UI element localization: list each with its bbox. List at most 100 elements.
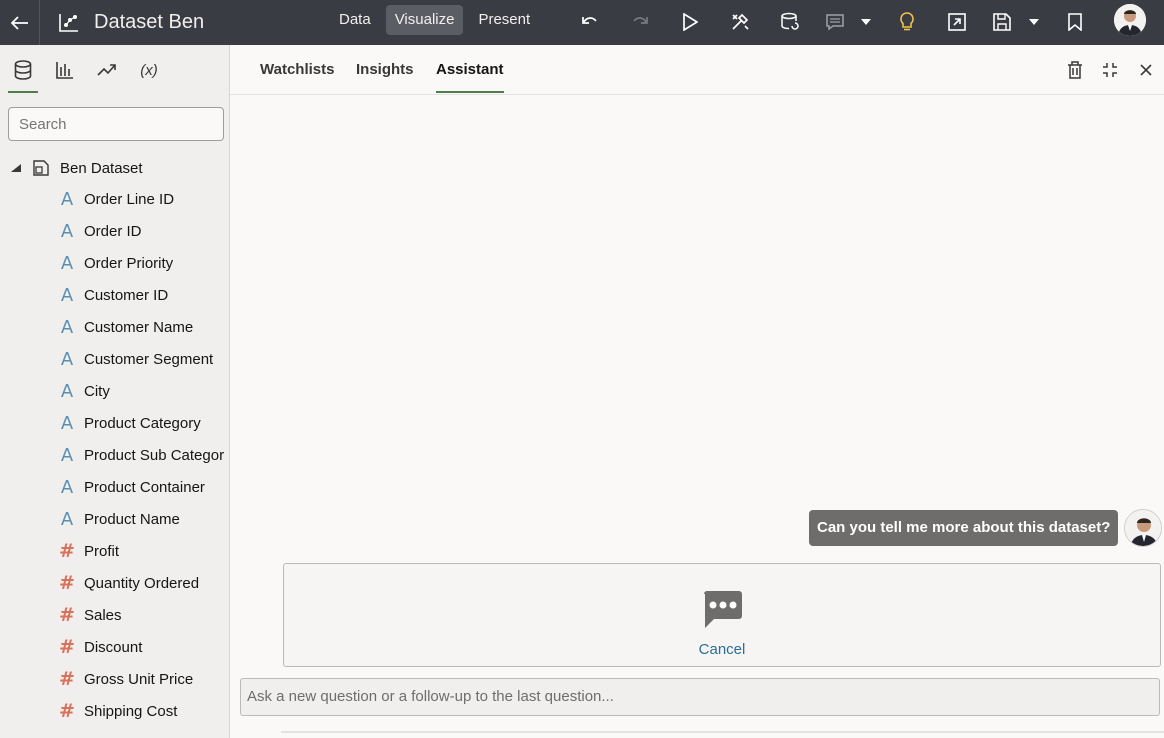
message-avatar xyxy=(1124,509,1162,547)
back-button[interactable] xyxy=(0,0,40,45)
attribute-icon: A xyxy=(60,284,74,306)
close-icon xyxy=(1140,64,1152,76)
field-label: City xyxy=(84,382,110,400)
ask-question-input[interactable]: Ask a new question or a follow-up to the… xyxy=(240,678,1160,716)
user-message-bubble: Can you tell me more about this dataset? xyxy=(809,510,1119,546)
field-label: Discount xyxy=(84,638,143,656)
field-item[interactable]: A Customer Segment xyxy=(0,343,229,375)
field-item[interactable]: A Customer Name xyxy=(0,311,229,343)
undo-icon xyxy=(582,17,597,24)
close-panel-button[interactable] xyxy=(1135,59,1157,81)
redo-icon xyxy=(633,17,648,24)
measure-icon: # xyxy=(59,572,75,594)
preview-button[interactable] xyxy=(675,8,705,36)
tab-assistant[interactable]: Assistant xyxy=(436,61,504,93)
back-arrow-icon xyxy=(10,15,28,30)
field-label: Gross Unit Price xyxy=(84,670,194,688)
developer-tools-button[interactable] xyxy=(725,8,755,36)
nav-data[interactable]: Data xyxy=(330,5,380,35)
field-label: Product Category xyxy=(84,414,201,432)
field-item[interactable]: A Product Sub Categor xyxy=(0,439,229,471)
field-label: Product Name xyxy=(84,510,180,528)
collapse-panel-button[interactable] xyxy=(1099,59,1121,81)
user-photo-icon xyxy=(1114,4,1146,36)
field-item[interactable]: A Customer ID xyxy=(0,279,229,311)
tab-visualizations[interactable] xyxy=(50,55,80,85)
nav-visualize[interactable]: Visualize xyxy=(385,5,464,35)
divider xyxy=(281,731,1164,733)
attribute-icon: A xyxy=(60,348,74,370)
database-icon xyxy=(14,60,32,80)
bookmark-icon xyxy=(1068,13,1082,31)
trash-icon xyxy=(1068,61,1082,79)
field-item[interactable]: # Shipping Cost xyxy=(0,695,229,727)
field-label: Profit xyxy=(84,542,120,560)
collapse-triangle-icon[interactable] xyxy=(10,163,22,173)
tab-analytics[interactable] xyxy=(92,55,122,85)
attribute-icon: A xyxy=(60,508,74,530)
field-label: Order Line ID xyxy=(84,190,175,208)
dataset-name: Ben Dataset xyxy=(60,159,143,177)
attribute-icon: A xyxy=(60,252,74,274)
cancel-link[interactable]: Cancel xyxy=(284,641,1160,658)
workbook-title: Dataset Ben xyxy=(94,11,205,33)
user-photo-icon xyxy=(1125,510,1161,546)
attribute-icon: A xyxy=(60,444,74,466)
field-item[interactable]: # Sales xyxy=(0,599,229,631)
minimize-icon xyxy=(1103,63,1117,77)
chevron-down-icon xyxy=(1029,19,1039,25)
field-item[interactable]: # Quantity Ordered xyxy=(0,567,229,599)
undo-button[interactable] xyxy=(575,8,605,36)
attribute-icon: A xyxy=(60,220,74,242)
tab-data[interactable] xyxy=(8,55,38,93)
tab-calculations[interactable]: (x) xyxy=(134,55,164,85)
attribute-icon: A xyxy=(60,380,74,402)
field-item[interactable]: # Profit xyxy=(0,535,229,567)
narrate-button[interactable] xyxy=(825,8,871,36)
clear-chat-button[interactable] xyxy=(1064,59,1086,81)
play-icon xyxy=(683,13,698,31)
tab-insights[interactable]: Insights xyxy=(356,61,414,78)
dataset-node[interactable]: Ben Dataset xyxy=(10,159,143,177)
field-label: Customer ID xyxy=(84,286,169,304)
export-button[interactable] xyxy=(942,8,972,36)
field-item[interactable]: A Order ID xyxy=(0,215,229,247)
tools-icon xyxy=(732,13,749,30)
dataset-icon xyxy=(33,160,49,176)
field-item[interactable]: A City xyxy=(0,375,229,407)
field-item[interactable]: # Discount xyxy=(0,631,229,663)
user-avatar[interactable] xyxy=(1114,4,1146,36)
field-item[interactable]: A Order Line ID xyxy=(0,183,229,215)
field-label: Product Sub Categor xyxy=(84,446,225,464)
lightbulb-icon xyxy=(900,12,914,31)
chevron-down-icon xyxy=(861,19,871,25)
field-item[interactable]: # Gross Unit Price xyxy=(0,663,229,695)
tab-watchlists[interactable]: Watchlists xyxy=(260,61,334,78)
auto-insights-button[interactable] xyxy=(892,8,922,36)
field-item[interactable]: A Product Category xyxy=(0,407,229,439)
workbook-icon xyxy=(59,13,78,32)
field-label: Customer Name xyxy=(84,318,194,336)
comment-icon xyxy=(826,14,844,31)
export-icon xyxy=(948,13,966,31)
bookmark-button[interactable] xyxy=(1060,8,1090,36)
save-icon xyxy=(993,13,1011,31)
nav-present[interactable]: Present xyxy=(469,5,539,35)
measure-icon: # xyxy=(59,700,75,722)
field-item[interactable]: A Order Priority xyxy=(0,247,229,279)
panel-tabs: Watchlists Insights Assistant xyxy=(230,45,1164,95)
refresh-data-button[interactable] xyxy=(775,8,805,36)
field-item[interactable]: A Product Name xyxy=(0,503,229,535)
measure-icon: # xyxy=(59,636,75,658)
measure-icon: # xyxy=(59,540,75,562)
assistant-panel: Watchlists Insights Assistant Can you te… xyxy=(230,45,1164,738)
mode-nav: Data Visualize Present xyxy=(330,5,539,35)
search-input[interactable] xyxy=(8,107,224,141)
field-label: Quantity Ordered xyxy=(84,574,200,592)
field-label: Product Container xyxy=(84,478,205,496)
save-button[interactable] xyxy=(993,8,1039,36)
field-item[interactable]: A Product Container xyxy=(0,471,229,503)
field-label: Customer Segment xyxy=(84,350,214,368)
redo-button[interactable] xyxy=(625,8,655,36)
attribute-icon: A xyxy=(60,412,74,434)
